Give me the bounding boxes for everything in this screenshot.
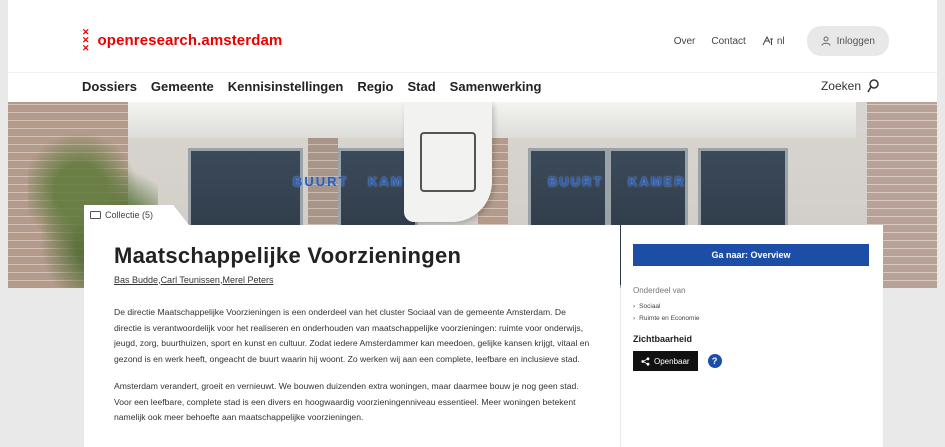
amsterdam-xxx-icon: ✕ ✕ ✕ xyxy=(82,27,90,53)
nav-item-stad[interactable]: Stad xyxy=(408,79,436,94)
author-list: Bas Budde, Carl Teunissen, Merel Peters xyxy=(114,275,274,285)
part-of-label: Onderdeel van xyxy=(633,286,686,295)
contact-link[interactable]: Contact xyxy=(711,36,745,47)
search-label: Zoeken xyxy=(820,79,861,93)
top-bar: ✕ ✕ ✕ openresearch.amsterdam Over Contact … xyxy=(8,0,937,72)
article-paragraph: De directie Maatschappelijke Voorziening… xyxy=(114,307,590,364)
user-icon xyxy=(821,36,831,46)
page-title: Maatschappelijke Voorzieningen xyxy=(114,243,462,268)
about-link[interactable]: Over xyxy=(674,36,696,47)
nav-items: Dossiers Gemeente Kennisinstellingen Reg… xyxy=(82,79,541,94)
login-button[interactable]: Inloggen xyxy=(806,26,889,56)
author-link[interactable]: Carl Teunissen xyxy=(161,275,220,285)
visibility-label: Zichtbaarheid xyxy=(633,334,693,344)
nav-item-gemeente[interactable]: Gemeente xyxy=(151,79,214,94)
language-switch[interactable]: nl xyxy=(762,36,785,47)
goto-overview-button[interactable]: Ga naar: Overview xyxy=(633,244,869,266)
nav-item-dossiers[interactable]: Dossiers xyxy=(82,79,137,94)
part-of-item[interactable]: › Ruimte en Economie xyxy=(633,315,871,322)
part-of-list: › Sociaal › Ruimte en Economie xyxy=(633,303,871,322)
main-nav: Dossiers Gemeente Kennisinstellingen Reg… xyxy=(8,72,937,102)
shop-sign-text: BUURT xyxy=(293,174,349,189)
login-label: Inloggen xyxy=(836,35,875,47)
language-icon xyxy=(762,36,773,46)
nav-item-samenwerking[interactable]: Samenwerking xyxy=(450,79,542,94)
shop-sign-text: BUURT xyxy=(548,174,604,189)
search-icon xyxy=(867,79,879,93)
visibility-row: Openbaar ? xyxy=(633,351,871,371)
chevron-right-icon: › xyxy=(633,315,636,322)
author-link[interactable]: Bas Budde xyxy=(114,275,158,285)
shop-sign-text: KAM xyxy=(368,174,404,189)
share-icon xyxy=(641,356,650,366)
folder-icon xyxy=(90,211,101,219)
author-link[interactable]: Merel Peters xyxy=(222,275,273,285)
shop-sign-text: KAMER xyxy=(628,174,686,189)
collection-label: Collectie (5) xyxy=(105,210,154,220)
sidebar: Ga naar: Overview Onderdeel van › Sociaal… xyxy=(621,225,883,447)
nav-item-regio[interactable]: Regio xyxy=(357,79,393,94)
nav-item-kennisinstellingen[interactable]: Kennisinstellingen xyxy=(228,79,344,94)
article-paragraph: Amsterdam verandert, groeit en vernieuwt… xyxy=(114,381,579,422)
top-links: Over Contact nl Inloggen xyxy=(674,26,889,56)
help-icon[interactable]: ? xyxy=(707,354,722,368)
search-button[interactable]: Zoeken xyxy=(821,79,879,93)
public-button[interactable]: Openbaar xyxy=(633,351,698,371)
collection-tab[interactable]: Collectie (5) xyxy=(84,205,189,225)
language-label: nl xyxy=(776,35,785,47)
chevron-right-icon: › xyxy=(633,303,636,310)
banner-illustration xyxy=(420,132,476,192)
article-content: Maatschappelijke Voorzieningen Bas Budde… xyxy=(84,225,620,447)
logo-text: openresearch.amsterdam xyxy=(97,31,283,49)
site-logo[interactable]: ✕ ✕ ✕ openresearch.amsterdam xyxy=(82,27,283,53)
public-label: Openbaar xyxy=(654,356,690,366)
part-of-item[interactable]: › Sociaal xyxy=(633,303,871,310)
